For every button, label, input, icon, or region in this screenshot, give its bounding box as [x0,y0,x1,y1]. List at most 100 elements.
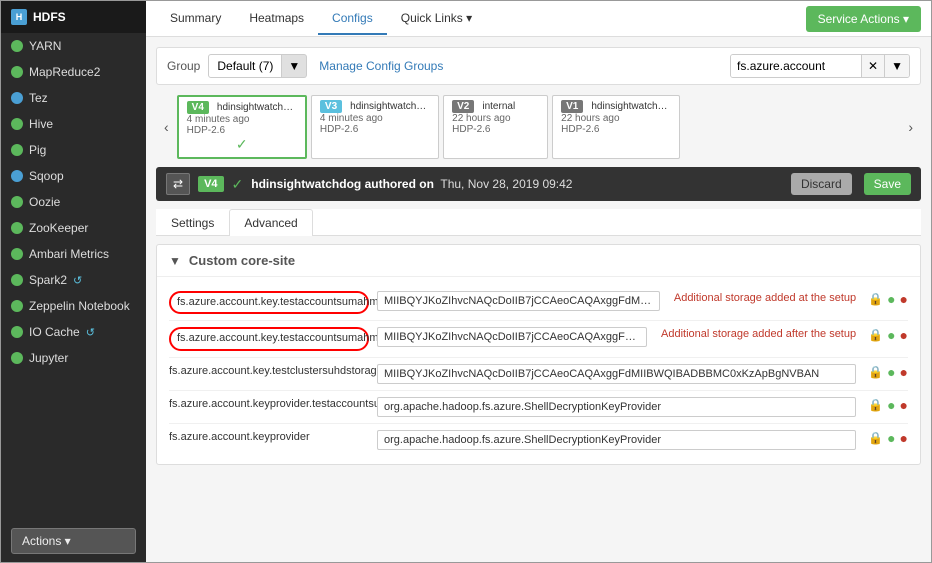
section-title: Custom core-site [189,253,295,268]
version-hdp: HDP-2.6 [452,124,539,135]
sidebar-header: H HDFS [1,1,146,33]
config-key: fs.azure.account.keyprovider.testaccount… [169,397,369,412]
config-key: fs.azure.account.key.testclustersuhdstor… [169,364,369,379]
remove-icon[interactable]: ● [900,430,908,446]
save-button[interactable]: Save [864,173,911,195]
add-icon[interactable]: ● [887,430,895,446]
search-clear-icon[interactable]: ✕ [861,55,884,77]
manage-config-groups-link[interactable]: Manage Config Groups [319,59,443,73]
sidebar-item-jupyter[interactable]: Jupyter [1,345,146,371]
lock-icon[interactable]: 🔒 [868,431,883,445]
add-icon[interactable]: ● [887,364,895,380]
version-time: 22 hours ago [452,113,539,124]
add-icon[interactable]: ● [887,327,895,343]
sidebar-item-io-cache[interactable]: IO Cache ↺ [1,319,146,345]
sidebar-item-hive[interactable]: Hive [1,111,146,137]
status-dot-10 [11,300,23,312]
version-prev-arrow[interactable]: ‹ [156,113,177,141]
discard-button[interactable]: Discard [791,173,852,195]
config-rows: fs.azure.account.key.testaccountsumahmud… [157,277,920,464]
sidebar-item-label: Spark2 [29,273,67,287]
actions-label: Actions ▾ [22,534,71,548]
remove-icon[interactable]: ● [900,327,908,343]
add-icon[interactable]: ● [887,397,895,413]
config-value-input[interactable] [377,397,856,417]
sidebar-item-ambari-metrics[interactable]: Ambari Metrics [1,241,146,267]
version-title: internal [482,101,515,112]
config-section-header[interactable]: ▼ Custom core-site [157,245,920,277]
config-value-input[interactable] [377,430,856,450]
status-dot-5 [11,170,23,182]
sidebar-item-oozie[interactable]: Oozie [1,189,146,215]
sidebar-item-label: IO Cache [29,325,80,339]
sidebar-item-pig[interactable]: Pig [1,137,146,163]
settings-tab-settings[interactable]: Settings [156,209,229,236]
group-select-arrow[interactable]: ▼ [282,54,307,78]
sidebar-item-label: YARN [29,39,61,53]
version-title: hdinsightwatchd... [350,101,430,112]
lock-icon[interactable]: 🔒 [868,365,883,379]
sidebar-item-sqoop[interactable]: Sqoop [1,163,146,189]
cv-check-icon: ✓ [232,176,244,193]
nav-tab-quick-links-[interactable]: Quick Links ▾ [387,3,486,35]
lock-icon[interactable]: 🔒 [868,292,883,306]
version-card-2[interactable]: V2 internal 22 hours ago HDP-2.6 [443,95,548,159]
sidebar-item-yarn[interactable]: YARN [1,33,146,59]
sidebar-item-zeppelin-notebook[interactable]: Zeppelin Notebook [1,293,146,319]
remove-icon[interactable]: ● [900,364,908,380]
config-row: fs.azure.account.key.testaccountsumahmud… [169,321,908,357]
status-dot-2 [11,92,23,104]
sidebar-item-zookeeper[interactable]: ZooKeeper [1,215,146,241]
sidebar-item-tez[interactable]: Tez [1,85,146,111]
actions-button[interactable]: Actions ▾ [11,528,136,554]
settings-tab-advanced[interactable]: Advanced [229,209,312,236]
config-note: Additional storage added at the setup [674,291,856,306]
config-row-actions: 🔒 ● ● [868,364,908,380]
search-input[interactable] [731,55,861,77]
refresh-icon[interactable]: ↺ [73,274,82,287]
config-value-input[interactable] [377,291,660,311]
version-card-3[interactable]: V1 hdinsightwatchd... 22 hours ago HDP-2… [552,95,680,159]
sidebar-item-mapreduce2[interactable]: MapReduce2 [1,59,146,85]
refresh-icon[interactable]: ↺ [86,326,95,339]
version-time: 4 minutes ago [187,114,297,125]
sidebar-item-spark2[interactable]: Spark2 ↺ [1,267,146,293]
main-content: SummaryHeatmapsConfigsQuick Links ▾ Serv… [146,1,931,562]
service-actions-button[interactable]: Service Actions ▾ [806,6,921,32]
remove-icon[interactable]: ● [900,291,908,307]
sidebar-item-label: Tez [29,91,48,105]
version-badge: V2 [452,100,474,113]
config-value-input[interactable] [377,327,647,347]
cv-author-text: hdinsightwatchdog authored on Thu, Nov 2… [251,177,783,191]
sidebar-item-label: Pig [29,143,46,157]
remove-icon[interactable]: ● [900,397,908,413]
config-row-actions: 🔒 ● ● [868,327,908,343]
top-nav-left: SummaryHeatmapsConfigsQuick Links ▾ [156,3,486,35]
version-hdp: HDP-2.6 [320,124,430,135]
config-value-input[interactable] [377,364,856,384]
nav-tab-configs[interactable]: Configs [318,3,387,35]
version-card-0[interactable]: V4 hdinsightwatchd... 4 minutes ago HDP-… [177,95,307,159]
lock-icon[interactable]: 🔒 [868,398,883,412]
config-key: fs.azure.account.keyprovider [169,430,369,445]
version-next-arrow[interactable]: › [900,113,921,141]
version-time: 22 hours ago [561,113,671,124]
section-collapse-arrow: ▼ [169,254,181,268]
version-title: hdinsightwatchd... [591,101,671,112]
nav-tab-heatmaps[interactable]: Heatmaps [235,3,318,35]
status-dot-0 [11,40,23,52]
settings-tabs: SettingsAdvanced [156,209,921,236]
version-card-1[interactable]: V3 hdinsightwatchd... 4 minutes ago HDP-… [311,95,439,159]
current-version-bar: ⇄ V4 ✓ hdinsightwatchdog authored on Thu… [156,167,921,201]
lock-icon[interactable]: 🔒 [868,328,883,342]
config-row: fs.azure.account.keyprovider 🔒 ● ● [169,424,908,456]
group-select-button[interactable]: Default (7) [208,54,282,78]
nav-tab-summary[interactable]: Summary [156,3,235,35]
version-badge: V1 [561,100,583,113]
add-icon[interactable]: ● [887,291,895,307]
config-key: fs.azure.account.key.testaccountsumahmud… [169,291,369,314]
config-area: Group Default (7) ▼ Manage Config Groups… [146,37,931,562]
group-select: Default (7) ▼ [208,54,307,78]
cv-compare-icon[interactable]: ⇄ [166,173,190,195]
search-dropdown-icon[interactable]: ▼ [884,55,909,77]
